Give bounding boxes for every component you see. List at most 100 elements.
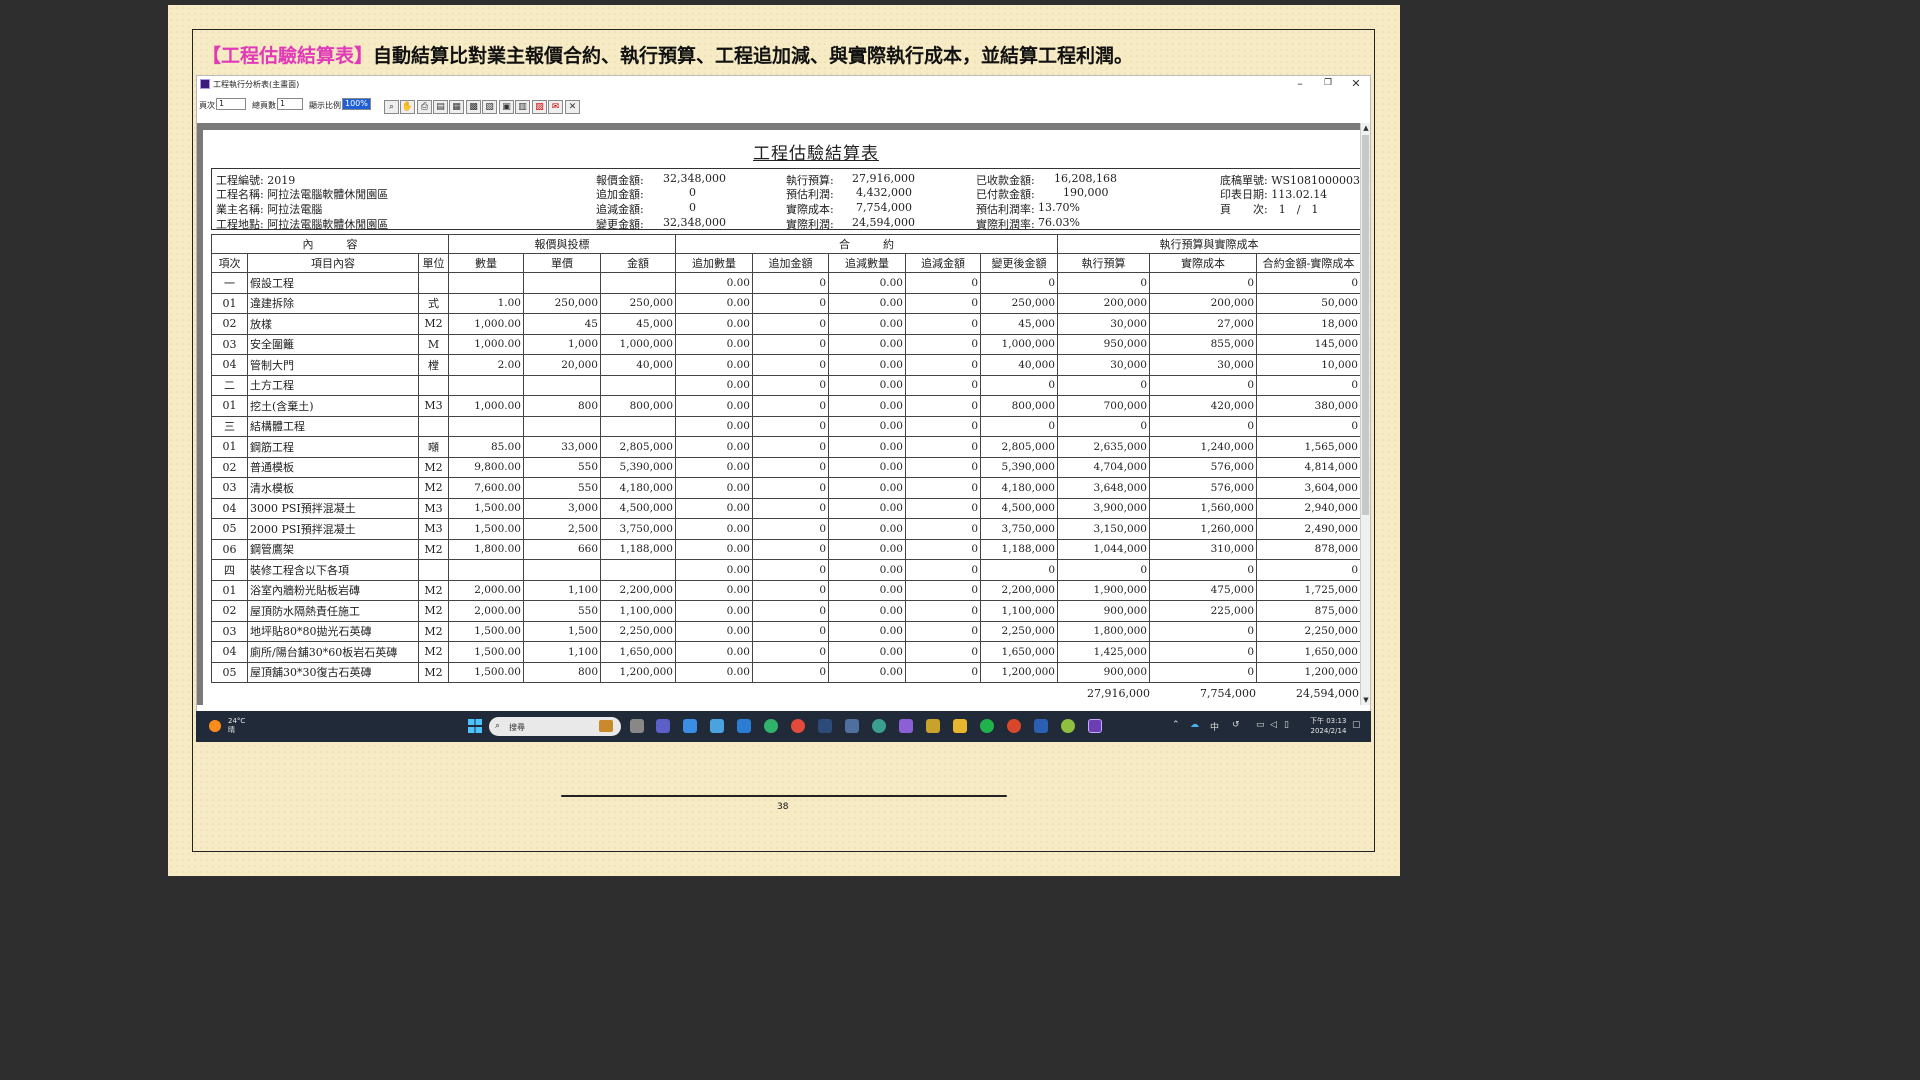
table-cell: 0 xyxy=(1149,620,1257,642)
scroll-down-icon[interactable]: ▼ xyxy=(1361,696,1371,704)
table-row: 03 清水模板 M2 7,600.00 550 4,180,000 0.00 0 0.00 0 4,… xyxy=(211,477,1361,499)
hand-icon[interactable]: ✋ xyxy=(400,100,415,114)
table-cell: 1,800,000 xyxy=(1057,620,1150,642)
tools-icon[interactable] xyxy=(926,719,940,733)
table-cell: 0.00 xyxy=(675,354,753,376)
table-cell: 3,150,000 xyxy=(1057,518,1150,540)
notes-icon[interactable] xyxy=(683,719,697,733)
scrollbar-thumb[interactable] xyxy=(1362,135,1369,515)
restore-button[interactable]: ❐ xyxy=(1318,78,1338,88)
excel-icon[interactable]: ▩ xyxy=(466,100,481,114)
notification-icon[interactable]: ▢ xyxy=(1352,720,1361,730)
app-icon-3[interactable] xyxy=(1061,719,1075,733)
task-view-icon[interactable] xyxy=(630,719,644,733)
mail-app-icon[interactable] xyxy=(845,719,859,733)
exit-icon[interactable]: ✕ xyxy=(565,100,580,114)
copy-icon[interactable]: ▥ xyxy=(515,100,530,114)
taskbar-search[interactable]: ⌕ 搜尋 xyxy=(489,717,621,736)
taskbar-clock[interactable]: 下午 03:13 2024/2/14 xyxy=(1310,716,1346,736)
mail-icon[interactable]: ✉ xyxy=(548,100,563,114)
page-number: 38 xyxy=(777,802,789,812)
battery-icon[interactable]: ▯ xyxy=(1284,720,1289,730)
onedrive-icon[interactable]: ☁ xyxy=(1190,720,1199,730)
table-cell: 04 xyxy=(211,641,248,663)
print-icon[interactable]: ⎙ xyxy=(417,100,432,114)
save-icon[interactable]: ▣ xyxy=(499,100,514,114)
pdf-icon[interactable]: ▨ xyxy=(532,100,547,114)
table-cell: 0.00 xyxy=(675,333,753,355)
table-cell: 噸 xyxy=(418,436,449,458)
edge-icon[interactable] xyxy=(764,719,778,733)
browser-icon[interactable] xyxy=(872,719,886,733)
table-cell: 01 xyxy=(211,292,248,314)
project-location: 工程地點: 阿拉法電腦軟體休閒園區 xyxy=(216,218,389,231)
change-value: 32,348,000 xyxy=(663,216,726,229)
weather-widget[interactable]: 24°C 晴 xyxy=(228,717,245,735)
table-cell: 0.00 xyxy=(675,374,753,396)
table-cell: 18,000 xyxy=(1256,313,1361,335)
zoom-select[interactable]: 100% xyxy=(342,98,371,110)
minimize-button[interactable]: – xyxy=(1290,77,1310,90)
close-button[interactable]: ✕ xyxy=(1346,77,1366,90)
headline-tag: 【工程估驗結算表】 xyxy=(202,45,374,67)
document-icon[interactable]: ▤ xyxy=(433,100,448,114)
table-cell: 900,000 xyxy=(1057,600,1150,622)
word-app-icon[interactable] xyxy=(1034,719,1048,733)
line-icon[interactable] xyxy=(980,719,994,733)
windows-start-icon[interactable] xyxy=(468,719,482,733)
tray-chevron-icon[interactable]: ⌃ xyxy=(1172,720,1180,730)
table-cell: 0 xyxy=(1057,559,1150,581)
export-icon[interactable]: ▦ xyxy=(449,100,464,114)
network-icon[interactable]: ▭ xyxy=(1256,720,1265,730)
store-icon[interactable] xyxy=(737,719,751,733)
table-cell: 0 xyxy=(752,333,829,355)
change-label: 變更金額: xyxy=(596,218,644,231)
table-cell: 550 xyxy=(523,477,601,499)
table-cell: 四 xyxy=(211,559,248,581)
table-cell: 1,000.00 xyxy=(448,313,524,335)
table-cell: 0 xyxy=(752,600,829,622)
table-cell: 2,200,000 xyxy=(980,579,1058,601)
page-input[interactable]: 1 xyxy=(216,98,246,110)
table-cell: 1,500.00 xyxy=(448,641,524,663)
table-cell: 0 xyxy=(752,538,829,560)
report-info-box: 工程編號: 2019 工程名稱: 阿拉法電腦軟體休閒園區 業主名稱: 阿拉法電腦… xyxy=(211,168,1361,231)
table-cell: 1,000.00 xyxy=(448,333,524,355)
folder-icon[interactable] xyxy=(953,719,967,733)
table-cell: M2 xyxy=(418,600,449,622)
table-cell: 40,000 xyxy=(980,354,1058,376)
word-icon[interactable]: ▧ xyxy=(482,100,497,114)
powerpoint-icon[interactable] xyxy=(1007,719,1021,733)
received-value: 16,208,168 xyxy=(1054,172,1117,185)
table-cell: 地坪貼80*80拋光石英磚 xyxy=(247,620,419,642)
table-cell: 0 xyxy=(905,600,981,622)
report-app-icon[interactable] xyxy=(1088,719,1102,733)
vertical-scrollbar[interactable]: ▲ ▼ xyxy=(1360,123,1370,705)
table-cell xyxy=(600,559,676,581)
ime-mode-icon[interactable]: ↺ xyxy=(1232,720,1240,730)
add-label: 追加金額: xyxy=(596,188,644,201)
zoom-icon[interactable]: ⌕ xyxy=(384,100,399,114)
table-cell: 1,260,000 xyxy=(1149,518,1257,540)
visual-studio-icon[interactable] xyxy=(899,719,913,733)
table-cell: 1,500 xyxy=(523,620,601,642)
table-cell: 04 xyxy=(211,497,248,519)
weather-icon[interactable] xyxy=(209,720,221,732)
scroll-up-icon[interactable]: ▲ xyxy=(1361,124,1371,132)
photos-icon[interactable] xyxy=(710,719,724,733)
chrome-icon[interactable] xyxy=(791,719,805,733)
sub-label: 追減金額: xyxy=(596,203,644,216)
paid-value: 190,000 xyxy=(1063,186,1109,199)
table-cell: 1,100,000 xyxy=(980,600,1058,622)
search-placeholder: 搜尋 xyxy=(509,723,525,732)
ime-indicator[interactable]: 中 xyxy=(1210,720,1219,733)
table-cell: 1,725,000 xyxy=(1256,579,1361,601)
report-sheet: 工程估驗結算表 工程編號: 2019 工程名稱: 阿拉法電腦軟體休閒園區 業主名… xyxy=(203,130,1361,705)
table-cell: 0.00 xyxy=(675,559,753,581)
app-icon-2[interactable] xyxy=(818,719,832,733)
teams-icon[interactable] xyxy=(656,719,670,733)
table-cell: M xyxy=(418,333,449,355)
table-cell: 0.00 xyxy=(828,538,906,560)
slide-headline: 【工程估驗結算表】自動結算比對業主報價合約、執行預算、工程追加減、與實際執行成本… xyxy=(202,41,1133,68)
volume-icon[interactable]: ◁ xyxy=(1270,720,1277,730)
